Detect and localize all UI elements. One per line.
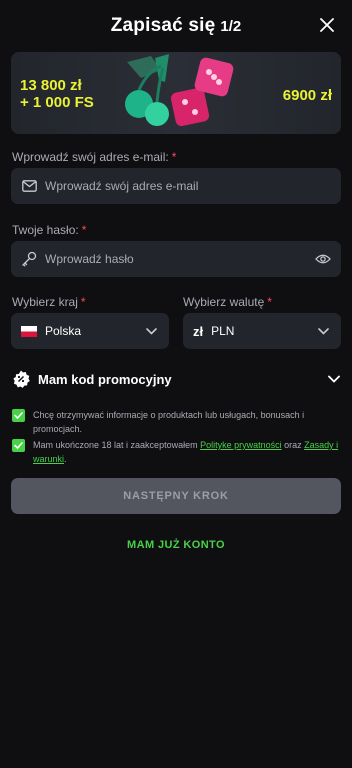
percent-badge-icon [12,370,30,388]
password-placeholder: Wprowadź hasło [45,252,134,266]
checkmark-icon [14,412,23,419]
promo-code-label: Mam kod promocyjny [38,371,172,387]
password-label-text: Twoje hasło: [12,223,79,237]
bonus-cash-value: 6900 zł [282,87,332,104]
chevron-down-icon [143,323,159,339]
bonus-banner: 13 800 zł + 1 000 FS 6900 zł [11,52,341,134]
terms-consent-text: Mam ukończone 18 lat i zaakceptowałem Po… [33,438,340,466]
banner-illustration [125,54,234,127]
chevron-down-icon [328,375,340,383]
required-mark: * [80,295,86,309]
terms-prefix: Mam ukończone 18 lat i zaakceptowałem [33,440,201,450]
terms-suffix: . [64,454,67,464]
privacy-policy-link[interactable]: Polityke prywatności [200,440,282,450]
country-select[interactable]: Polska [11,313,169,349]
password-label: Twoje hasło: * [12,223,86,237]
marketing-consent-text: Chcę otrzymywać informacje o produktach … [33,410,305,434]
checkmark-icon [14,442,23,449]
currency-value: PLN [211,324,235,338]
terms-middle: oraz [281,440,305,450]
terms-consent: Mam ukończone 18 lat i zaakceptowałem Po… [12,438,340,466]
currency-label: Wybierz walutę * [183,295,272,309]
currency-symbol: zł [193,323,204,339]
envelope-icon [21,178,37,194]
bonus-offer: 13 800 zł + 1 000 FS [20,77,94,111]
required-mark: * [171,150,177,164]
country-value: Polska [45,324,82,338]
bonus-free-spins: + 1 000 FS [20,94,94,111]
bonus-amount: 13 800 zł [20,77,82,94]
poland-flag-icon [21,323,37,339]
email-label: Wprowadź swój adres e-mail: * [12,150,176,164]
have-account-link[interactable]: MAM JUŻ KONTO [0,539,352,551]
next-step-button[interactable]: NASTĘPNY KROK [11,478,341,514]
close-button[interactable] [316,14,338,36]
currency-label-text: Wybierz walutę [183,295,265,309]
promo-code-toggle[interactable]: Mam kod promocyjny [12,366,340,392]
page-title: Zapisać się [110,15,216,36]
terms-checkbox[interactable] [12,439,25,452]
email-placeholder: Wprowadź swój adres e-mail [45,179,199,193]
marketing-consent: Chcę otrzymywać informacje o produktach … [12,408,340,436]
currency-select[interactable]: zł PLN [183,313,341,349]
required-mark: * [267,295,272,309]
country-label-text: Wybierz kraj [12,295,78,309]
marketing-checkbox[interactable] [12,409,25,422]
email-label-text: Wprowadź swój adres e-mail: [12,150,169,164]
header: Zapisać się 1/2 [0,0,352,52]
close-icon [320,18,334,32]
eye-icon[interactable] [315,251,331,267]
email-field[interactable]: Wprowadź swój adres e-mail [11,168,341,204]
required-mark: * [81,223,87,237]
country-label: Wybierz kraj * [12,295,86,309]
step-indicator: 1/2 [220,17,242,35]
key-icon [21,251,37,267]
password-field[interactable]: Wprowadź hasło [11,241,341,277]
chevron-down-icon [315,323,331,339]
